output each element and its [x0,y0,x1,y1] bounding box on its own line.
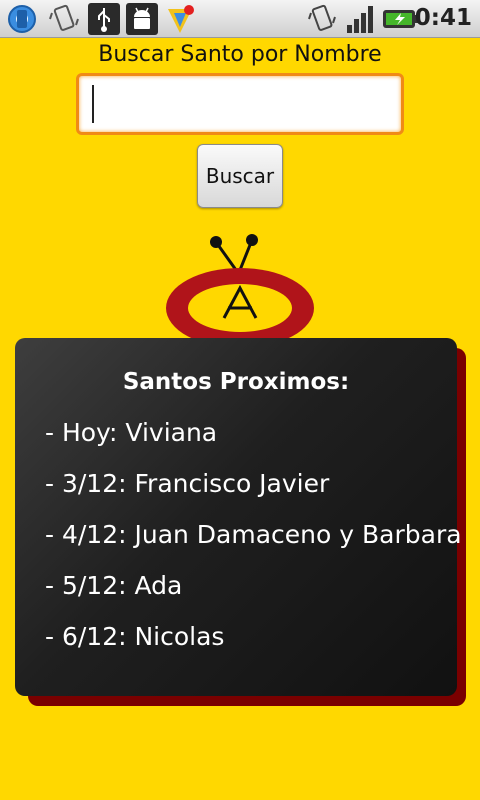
text-cursor [92,85,94,123]
settings-gear-icon [8,5,36,33]
list-item: - Hoy: Viviana [45,418,218,447]
search-label: Buscar Santo por Nombre [98,42,382,67]
screen-rotate-icon [49,4,79,31]
search-button[interactable]: Buscar [197,144,283,208]
android-debug-icon [126,3,158,35]
upcoming-saints-title: Santos Proximos: [122,369,350,395]
usb-icon [88,3,120,35]
list-item: - 3/12: Francisco Javier [45,469,330,498]
status-clock: 0:41 [414,5,472,31]
search-input[interactable] [76,73,404,135]
signal-strength-icon [347,6,373,33]
status-bar: 0:41 [0,0,480,38]
vibrate-icon [308,4,336,31]
list-item: - 6/12: Nicolas [45,622,225,651]
list-item: - 4/12: Juan Damaceno y Barbara [45,520,462,549]
antenna-logo-icon [166,234,314,348]
list-item: - 5/12: Ada [45,571,183,600]
app-notification-icon [168,5,194,33]
